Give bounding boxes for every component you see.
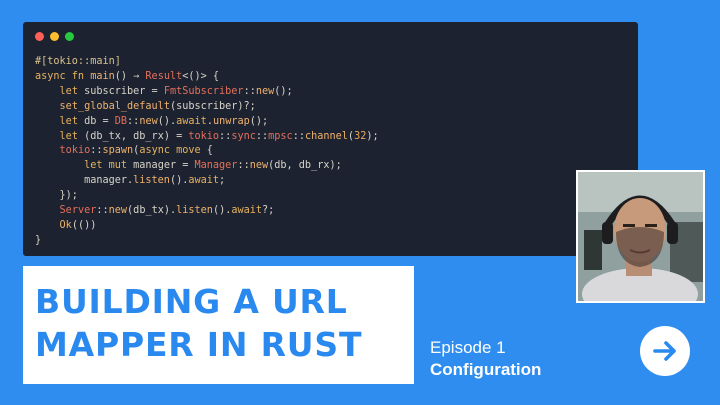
code-token: :: — [90, 145, 103, 157]
arrow-right-icon — [653, 341, 676, 361]
code-token: :: — [96, 205, 109, 217]
code-token: (db, db_rx); — [268, 160, 342, 172]
code-token: (()) — [71, 219, 97, 231]
code-token: (db_tx). — [127, 205, 177, 217]
code-line: Ok(()) — [35, 219, 626, 234]
code-line: #[tokio::main] — [35, 55, 626, 70]
code-editor-window: #[tokio::main]async fn main() → Result<(… — [23, 22, 638, 256]
code-token: (). — [212, 205, 232, 217]
code-token: FmtSubscriber — [163, 85, 244, 97]
code-token: new — [255, 85, 275, 97]
code-token: (subscriber)?; — [169, 100, 256, 112]
code-token: await — [231, 205, 263, 217]
code-token: await — [176, 115, 207, 127]
code-token: channel — [304, 130, 348, 142]
code-token: main — [90, 70, 115, 82]
code-line: manager.listen().await; — [35, 174, 626, 189]
code-token: let — [59, 130, 85, 142]
code-token: :: — [237, 160, 250, 172]
code-token: new — [108, 205, 128, 217]
episode-info: Episode 1 Configuration — [430, 337, 541, 381]
close-dot — [35, 32, 44, 41]
code-token: new — [249, 160, 269, 172]
code-token: } — [35, 234, 42, 246]
code-line: let mut manager = Manager::new(db, db_rx… — [35, 159, 626, 174]
title-line-1: BUILDING A URL — [35, 282, 348, 321]
code-token: set_global_default — [59, 100, 170, 112]
code-token: ; — [219, 175, 226, 187]
code-token: async move — [139, 145, 201, 157]
code-token: ?; — [262, 205, 275, 217]
code-token: (db_tx, db_rx) = — [84, 130, 189, 142]
code-line: Server::new(db_tx).listen().await?; — [35, 204, 626, 219]
code-token: #[tokio::main] — [35, 56, 121, 67]
code-line: } — [35, 234, 626, 249]
minimize-dot — [50, 32, 59, 41]
window-controls — [35, 32, 626, 41]
code-line: let db = DB::new().await.unwrap(); — [35, 115, 626, 130]
code-token: subscriber = — [84, 85, 164, 97]
code-line: set_global_default(subscriber)?; — [35, 100, 626, 115]
title-line-2: MAPPER IN RUST — [35, 325, 363, 364]
code-token: :: — [219, 130, 232, 142]
code-token: let — [59, 85, 85, 97]
code-token: :: — [255, 130, 269, 142]
code-line: tokio::spawn(async move { — [35, 144, 626, 159]
code-token: manager. — [35, 175, 134, 187]
episode-number: Episode 1 — [430, 338, 506, 357]
code-token: (); — [249, 115, 269, 127]
code-token: (). — [157, 115, 177, 127]
code-token: tokio — [59, 145, 91, 157]
code-token: (); — [274, 85, 293, 97]
code-token: await — [188, 175, 220, 187]
code-token: tokio — [188, 130, 220, 142]
code-token: listen — [133, 175, 170, 187]
code-token: let — [59, 115, 85, 127]
code-token: listen — [176, 205, 213, 217]
code-token: ); — [366, 130, 379, 142]
title-card: BUILDING A URL MAPPER IN RUST — [23, 266, 414, 384]
code-token: manager = — [133, 160, 195, 172]
code-token: db = — [84, 115, 115, 127]
code-token: :: — [292, 130, 305, 142]
presenter-webcam-image — [576, 170, 705, 303]
maximize-dot — [65, 32, 74, 41]
code-line: let (db_tx, db_rx) = tokio::sync::mpsc::… — [35, 130, 626, 145]
code-token: Ok — [59, 219, 72, 231]
code-line: async fn main() → Result<()> { — [35, 70, 626, 85]
code-token: new — [139, 115, 158, 127]
code-token: async fn — [35, 70, 91, 82]
code-token: :: — [127, 115, 140, 127]
code-token: Server — [59, 205, 97, 217]
code-token: mpsc — [268, 130, 293, 142]
next-episode-button[interactable] — [640, 326, 690, 376]
code-token: sync — [231, 130, 256, 142]
code-token: :: — [243, 85, 256, 97]
code-token: 32 — [354, 130, 367, 142]
code-token: Result — [145, 70, 183, 82]
code-block: #[tokio::main]async fn main() → Result<(… — [35, 55, 626, 249]
episode-title: Configuration — [430, 360, 542, 379]
presenter-photo-icon — [578, 172, 703, 301]
code-line: let subscriber = FmtSubscriber::new(); — [35, 85, 626, 100]
code-token: let mut — [84, 160, 134, 172]
code-token: (). — [169, 175, 189, 187]
code-token: <()> { — [182, 70, 220, 82]
code-token: { — [200, 145, 213, 157]
code-token: Manager — [194, 160, 238, 172]
code-token: spawn — [102, 145, 134, 157]
code-token: DB — [114, 115, 128, 127]
code-token: unwrap — [212, 115, 250, 127]
code-line: }); — [35, 189, 626, 204]
code-token: }); — [35, 190, 78, 202]
code-token: () → — [114, 70, 146, 82]
